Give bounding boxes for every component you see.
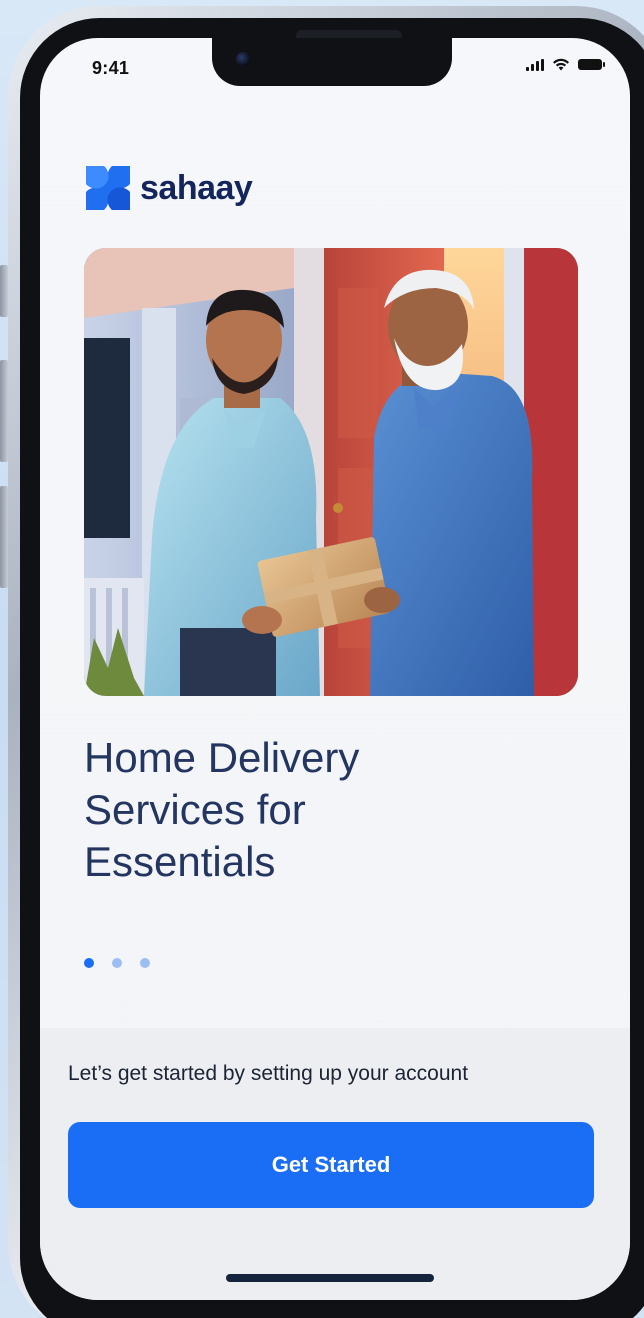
volume-up-button <box>0 360 8 462</box>
cellular-signal-icon <box>526 58 544 71</box>
get-started-button[interactable]: Get Started <box>68 1122 594 1208</box>
slide-title: Home Delivery Services for Essentials <box>84 732 564 888</box>
slide-title-line-1: Home Delivery <box>84 734 360 781</box>
page-dot-3[interactable] <box>140 958 150 968</box>
notch <box>212 38 452 86</box>
device-mockup: 9:41 sahaay Home Delivery Services for E… <box>0 0 644 1318</box>
slide-title-line-3: Essentials <box>84 838 276 885</box>
phone-bezel: 9:41 sahaay Home Delivery Services for E… <box>20 18 644 1318</box>
status-time: 9:41 <box>92 58 130 78</box>
page-indicator[interactable] <box>84 958 150 968</box>
volume-down-button <box>0 486 8 588</box>
setup-subtitle: Let’s get started by setting up your acc… <box>68 1062 469 1085</box>
home-indicator[interactable] <box>226 1274 434 1282</box>
brand-name: sahaay <box>140 168 253 207</box>
battery-icon <box>578 59 605 70</box>
page-dot-1[interactable] <box>84 958 94 968</box>
mute-switch <box>0 265 8 317</box>
status-icons <box>526 58 605 71</box>
sahaay-flower-logo-icon <box>86 166 130 210</box>
slide-title-line-2: Services for <box>84 786 306 833</box>
delivery-illustration <box>84 248 578 696</box>
page-dot-2[interactable] <box>112 958 122 968</box>
wifi-icon <box>553 58 569 71</box>
app-screen: 9:41 sahaay Home Delivery Services for E… <box>40 38 630 1300</box>
delivery-illustration-art <box>84 248 578 696</box>
front-camera-icon <box>236 52 250 66</box>
brand-logo: sahaay <box>84 164 253 212</box>
